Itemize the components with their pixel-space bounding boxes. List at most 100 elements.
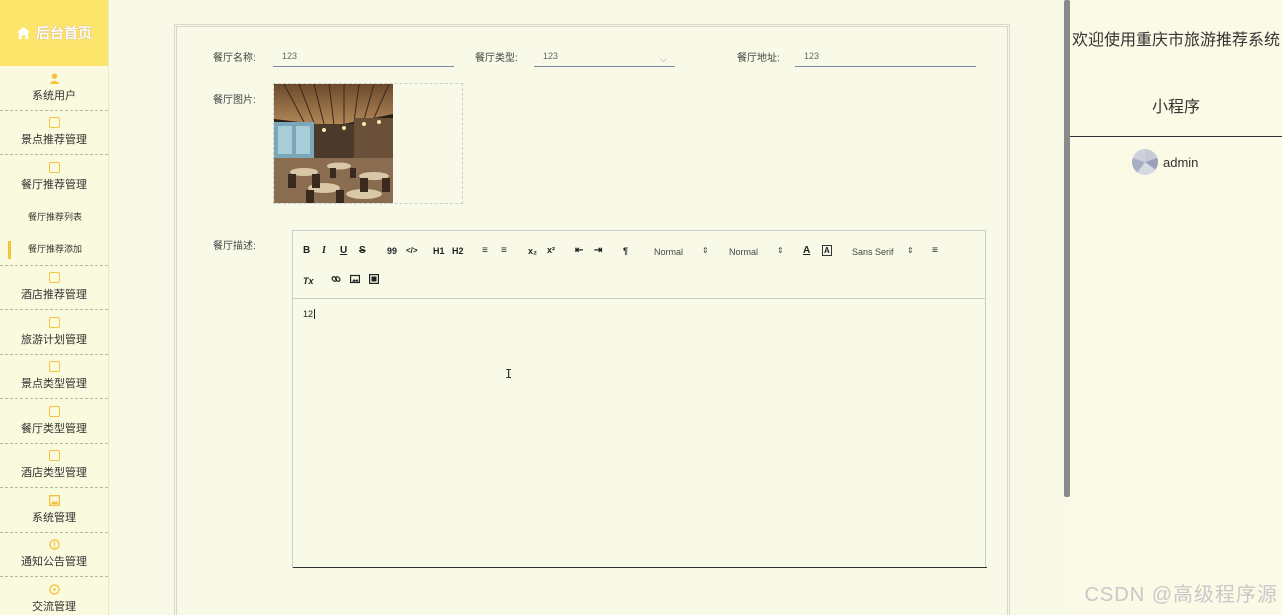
type-value: 123 [543, 51, 559, 61]
name-label: 餐厅名称: [213, 53, 256, 64]
edit-icon [48, 450, 60, 462]
home-link[interactable]: 后台首页 [0, 0, 108, 66]
header-1-button[interactable]: H1 [433, 245, 445, 257]
info-icon [48, 539, 60, 551]
sidebar-item-scenic-recommend[interactable]: 景点推荐管理 [0, 111, 108, 155]
sidebar-sub-restaurant-list[interactable]: 餐厅推荐列表 [0, 200, 108, 233]
sidebar-item-label: 景点推荐管理 [21, 134, 87, 147]
sidebar-item-hotel-recommend[interactable]: 酒店推荐管理 [0, 266, 108, 310]
image-label: 餐厅图片: [213, 95, 256, 106]
italic-button[interactable]: I [322, 245, 326, 257]
sidebar-item-label: 系统用户 [32, 89, 76, 102]
chat-icon [48, 583, 60, 595]
sidebar-item-hotel-type[interactable]: 酒店类型管理 [0, 444, 108, 488]
superscript-button[interactable]: x² [547, 244, 555, 256]
edit-icon [48, 117, 60, 129]
text-direction-button[interactable]: ¶ [623, 245, 628, 257]
updown-icon: ⇕ [777, 246, 784, 255]
sidebar-item-label: 旅游计划管理 [21, 333, 87, 346]
edit-icon [48, 361, 60, 373]
sidebar-item-scenic-type[interactable]: 景点类型管理 [0, 355, 108, 399]
sidebar-item-label: 交流管理 [32, 600, 76, 613]
header-2-button[interactable]: H2 [452, 245, 464, 257]
sidebar-item-label: 通知公告管理 [21, 556, 87, 569]
restaurant-form: 餐厅名称: 123 餐厅类型: 123 ⌵ 餐厅地址: 123 餐厅图片: 餐厅… [174, 24, 1010, 615]
address-input[interactable]: 123 [795, 47, 976, 67]
type-select[interactable]: 123 ⌵ [534, 47, 675, 67]
bullet-list-button[interactable]: ≡ [501, 245, 507, 257]
sidebar-item-label: 餐厅推荐管理 [21, 179, 87, 192]
divider [1070, 136, 1282, 137]
ordered-list-button[interactable]: ≡ [482, 245, 488, 257]
updown-icon: ⇕ [702, 246, 709, 255]
align-button[interactable]: ≡ [932, 245, 938, 257]
home-label: 后台首页 [36, 25, 92, 41]
text-cursor-icon: I [505, 367, 513, 381]
sidebar-item-label: 餐厅类型管理 [21, 422, 87, 435]
header-panel: 欢迎使用重庆市旅游推荐系统 小程序 admin [1070, 0, 1282, 615]
sidebar-sub-restaurant-add[interactable]: 餐厅推荐添加 [0, 233, 108, 266]
font-color-button[interactable]: A [803, 245, 810, 257]
username[interactable]: admin [1163, 155, 1198, 170]
sidebar-item-system-users[interactable]: 系统用户 [0, 66, 108, 111]
background-color-button[interactable]: A [822, 245, 832, 256]
sidebar-item-restaurant-recommend[interactable]: 餐厅推荐管理 [0, 155, 108, 200]
restaurant-photo [274, 84, 393, 203]
edit-icon [48, 162, 60, 174]
user-icon [48, 73, 60, 84]
image-button[interactable] [350, 274, 361, 288]
link-icon [331, 276, 341, 282]
image-icon [48, 494, 60, 506]
sidebar: 后台首页 系统用户 景点推荐管理 餐厅推荐管理 餐厅推荐列表 餐厅推荐添加 酒店… [0, 0, 109, 615]
address-label: 餐厅地址: [737, 53, 780, 64]
editor-toolbar: B I U S 99 </> H1 H2 ≡ ≡ x₂ x² ⇤ ⇥ ¶ Nor… [293, 231, 985, 299]
sidebar-item-travel-plan[interactable]: 旅游计划管理 [0, 310, 108, 355]
sidebar-item-label: 景点类型管理 [21, 378, 87, 391]
code-block-button[interactable]: </> [406, 245, 418, 257]
edit-icon [48, 405, 60, 417]
editor-content[interactable]: 12​ [293, 299, 985, 329]
sidebar-sub-label: 餐厅推荐列表 [28, 211, 83, 222]
sidebar-item-system-manage[interactable]: 系统管理 [0, 488, 108, 533]
indent-button[interactable]: ⇥ [594, 245, 602, 257]
name-input[interactable]: 123 [273, 47, 454, 67]
sidebar-item-notice[interactable]: 通知公告管理 [0, 533, 108, 577]
header-select[interactable]: Normal [729, 246, 758, 258]
outdent-button[interactable]: ⇤ [575, 245, 583, 257]
type-label: 餐厅类型: [475, 53, 518, 64]
subscript-button[interactable]: x₂ [528, 245, 537, 257]
bold-button[interactable]: B [303, 245, 310, 257]
sidebar-item-label: 酒店推荐管理 [21, 289, 87, 302]
editor-bottom-border [293, 567, 987, 568]
address-value: 123 [804, 51, 820, 61]
system-title-line1: 欢迎使用重庆市旅游推荐系统 [1071, 32, 1280, 49]
video-icon [369, 274, 380, 285]
sidebar-sub-label: 餐厅推荐添加 [28, 244, 83, 254]
clean-format-button[interactable]: Tx [303, 275, 314, 287]
description-label: 餐厅描述: [213, 241, 256, 252]
edit-icon [48, 272, 60, 284]
updown-icon: ⇕ [907, 246, 914, 255]
chevron-down-icon: ⌵ [660, 54, 667, 64]
strike-button[interactable]: S [359, 245, 366, 257]
avatar[interactable] [1132, 149, 1158, 175]
blockquote-button[interactable]: 99 [387, 245, 397, 257]
sidebar-item-restaurant-type[interactable]: 餐厅类型管理 [0, 399, 108, 444]
text-caret: ​ [314, 309, 316, 319]
main-content: 餐厅名称: 123 餐厅类型: 123 ⌵ 餐厅地址: 123 餐厅图片: 餐厅… [109, 0, 1066, 615]
font-select[interactable]: Sans Serif [852, 246, 894, 258]
image-insert-icon [350, 274, 361, 284]
underline-button[interactable]: U [340, 245, 347, 257]
sidebar-item-label: 系统管理 [32, 511, 76, 524]
link-button[interactable] [331, 274, 341, 287]
size-select[interactable]: Normal [654, 246, 683, 258]
edit-icon [48, 316, 60, 328]
video-button[interactable] [369, 274, 380, 288]
sidebar-item-chat[interactable]: 交流管理 [0, 577, 108, 615]
system-title-line2: 小程序 [1151, 99, 1200, 116]
watermark: CSDN @高级程序源 [1084, 584, 1278, 606]
name-value: 123 [282, 51, 298, 61]
editor-text: 12 [303, 309, 314, 319]
image-upload[interactable] [273, 83, 463, 204]
rich-text-editor: B I U S 99 </> H1 H2 ≡ ≡ x₂ x² ⇤ ⇥ ¶ Nor… [292, 230, 987, 568]
